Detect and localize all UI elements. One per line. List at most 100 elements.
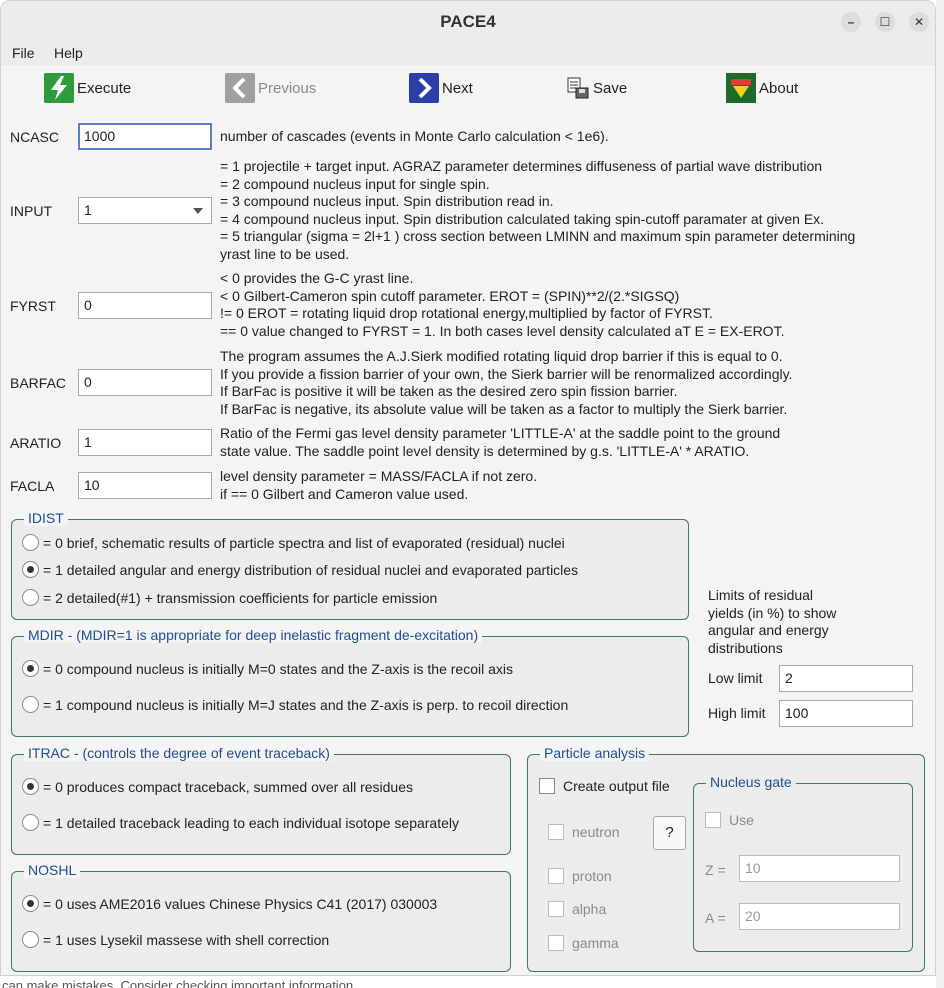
radio-icon [22,589,39,606]
desc-line: level density parameter = MASS/FACLA if … [220,468,538,484]
checkbox-icon [705,812,721,828]
particle-analysis-title: Particle analysis [540,745,650,761]
desc-line: = 1 projectile + target input. AGRAZ par… [220,158,823,174]
previous-button[interactable]: Previous [225,73,316,103]
option-label: = 1 detailed angular and energy distribu… [43,561,579,578]
chevron-right-icon [409,73,439,103]
footer-text: can make mistakes. Consider checking imp… [2,978,357,988]
itrac-title: ITRAC - (controls the degree of event tr… [24,745,334,761]
z-input[interactable]: 10 [739,855,900,882]
scrollbar[interactable] [936,0,944,988]
aratio-description: Ratio of the Fermi gas level density par… [220,425,780,460]
desc-line: = 5 triangular (sigma = 2l+1 ) cross sec… [220,228,856,244]
checkbox-icon [548,868,564,884]
nucleus-gate-title: Nucleus gate [706,774,796,790]
checkbox-icon [548,935,564,951]
option-label: = 2 detailed(#1) + transmission coeffici… [43,589,438,606]
mdir-title: MDIR - (MDIR=1 is appropriate for deep i… [24,627,483,643]
neutron-checkbox[interactable]: neutron [548,824,619,840]
idist-option-1[interactable]: = 1 detailed angular and energy distribu… [22,561,578,578]
aratio-input[interactable]: 1 [78,429,212,456]
noshl-option-0[interactable]: = 0 uses AME2016 values Chinese Physics … [22,895,437,912]
a-label: A = [705,910,726,926]
desc-line: != 0 EROT = rotating liquid drop rotatio… [220,305,713,321]
facla-description: level density parameter = MASS/FACLA if … [220,468,537,503]
execute-label: Execute [77,79,132,97]
high-limit-input[interactable]: 100 [779,700,913,727]
idist-option-0[interactable]: = 0 brief, schematic results of particle… [22,534,565,551]
next-button[interactable]: Next [409,73,473,103]
checkbox-icon [548,824,564,840]
desc-line: yrast line to be used. [220,245,350,262]
use-gate-checkbox[interactable]: Use [705,812,754,828]
save-button[interactable]: Save [566,73,627,103]
execute-button[interactable]: Execute [44,73,131,103]
option-label: = 1 uses Lysekil massese with shell corr… [43,931,330,948]
itrac-option-1[interactable]: = 1 detailed traceback leading to each i… [22,814,459,831]
desc-line: If BarFac is positive it will be taken a… [220,383,678,399]
radio-selected-icon [22,660,39,677]
chevron-down-icon [193,208,203,214]
maximize-button[interactable]: ☐ [875,12,895,32]
idist-group: IDIST = 0 brief, schematic results of pa… [11,510,689,620]
fyrst-description: < 0 provides the G-C yrast line. < 0 Gil… [220,270,784,340]
ncasc-description: number of cascades (events in Monte Carl… [220,128,609,144]
a-input[interactable]: 20 [739,903,900,930]
desc-line: = 3 compound nucleus input. Spin distrib… [220,193,554,209]
ncasc-input[interactable]: 1000 [78,123,212,150]
idist-option-2[interactable]: = 2 detailed(#1) + transmission coeffici… [22,589,437,606]
fyrst-label: FYRST [10,298,56,314]
noshl-group: NOSHL = 0 uses AME2016 values Chinese Ph… [11,862,511,972]
barfac-input[interactable]: 0 [78,369,212,396]
about-button[interactable]: About [726,73,798,103]
particle-analysis-group: Particle analysis Create output file neu… [527,745,925,972]
option-label: = 0 brief, schematic results of particle… [43,534,565,551]
gamma-label: gamma [572,935,619,951]
use-label: Use [729,812,754,828]
desc-line: == 0 value changed to FYRST = 1. In both… [220,322,785,339]
alpha-checkbox[interactable]: alpha [548,901,606,917]
barfac-label: BARFAC [10,375,67,391]
desc-line: angular and energy [708,622,829,638]
minimize-button[interactable]: – [841,12,861,32]
pace4-window: PACE4 – ☐ ✕ File Help Execute Previous N… [0,0,936,976]
proton-checkbox[interactable]: proton [548,868,612,884]
window-title: PACE4 [440,12,496,31]
create-output-label: Create output file [563,778,670,794]
create-output-file-checkbox[interactable]: Create output file [539,778,670,794]
desc-line: state value. The saddle point level dens… [220,442,750,459]
itrac-option-0[interactable]: = 0 produces compact traceback, summed o… [22,778,413,795]
noshl-option-1[interactable]: = 1 uses Lysekil massese with shell corr… [22,931,329,948]
desc-line: Limits of residual [708,587,814,603]
facla-input[interactable]: 10 [78,472,212,499]
low-limit-label: Low limit [708,670,763,686]
high-limit-label: High limit [708,705,766,721]
desc-line: If you provide a fission barrier of your… [220,365,793,382]
menu-file[interactable]: File [12,45,35,61]
input-select[interactable]: 1 [78,197,212,224]
desc-line: The program assumes the A.J.Sierk modifi… [220,348,783,364]
ncasc-label: NCASC [10,129,60,145]
desc-line: if == 0 Gilbert and Cameron value used. [220,485,469,502]
z-label: Z = [705,862,726,878]
low-limit-input[interactable]: 2 [779,665,913,692]
input-label: INPUT [10,203,52,219]
option-label: = 0 uses AME2016 values Chinese Physics … [43,895,438,912]
itrac-group: ITRAC - (controls the degree of event tr… [11,745,511,855]
fyrst-input[interactable]: 0 [78,292,212,319]
help-button[interactable]: ? [653,816,686,850]
radio-icon [22,534,39,551]
toolbar: Execute Previous Next Save About [1,65,935,111]
radio-icon [22,814,39,831]
option-label: = 0 produces compact traceback, summed o… [43,778,414,795]
close-button[interactable]: ✕ [909,12,929,32]
mdir-option-1[interactable]: = 1 compound nucleus is initially M=J st… [22,696,568,713]
gamma-checkbox[interactable]: gamma [548,935,619,951]
option-label: = 1 detailed traceback leading to each i… [43,814,460,831]
mdir-option-0[interactable]: = 0 compound nucleus is initially M=0 st… [22,660,513,677]
aratio-label: ARATIO [10,435,62,451]
option-label: = 0 compound nucleus is initially M=0 st… [43,660,514,677]
radio-selected-icon [22,561,39,578]
menu-help[interactable]: Help [54,45,83,61]
chevron-left-icon [225,73,255,103]
